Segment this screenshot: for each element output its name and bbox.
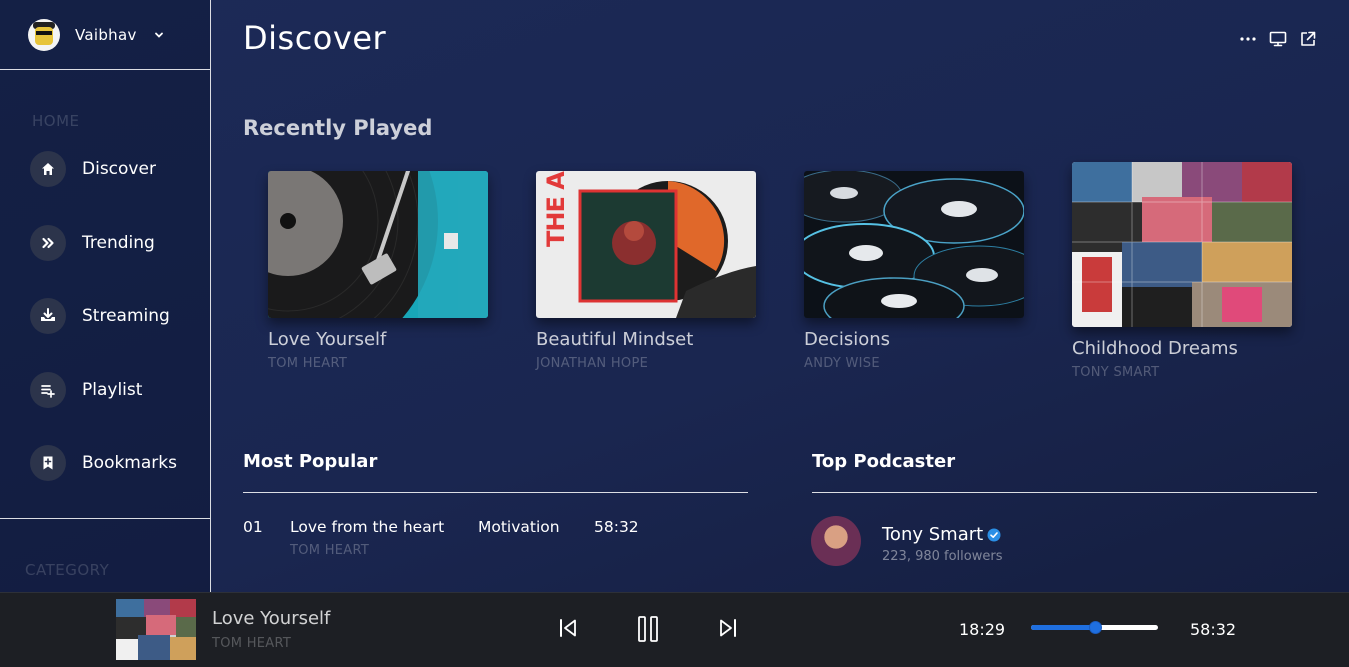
now-playing-artist: TOM HEART bbox=[212, 636, 292, 651]
album-title: Beautiful Mindset bbox=[536, 329, 694, 350]
sidebar: Vaibhav HOME Discover Trending Streaming… bbox=[0, 0, 211, 592]
sidebar-nav: Discover Trending Streaming Playlist Boo… bbox=[30, 151, 177, 519]
album-title: Childhood Dreams bbox=[1072, 338, 1238, 359]
monitor-icon[interactable] bbox=[1269, 30, 1287, 48]
profile-name: Vaibhav bbox=[75, 25, 137, 44]
external-link-icon[interactable] bbox=[1299, 30, 1317, 48]
pause-icon[interactable] bbox=[636, 615, 660, 643]
album-title: Decisions bbox=[804, 329, 891, 350]
podcaster-item[interactable]: Tony Smart 223, 980 followers bbox=[811, 516, 1111, 568]
album-artist: TOM HEART bbox=[268, 356, 348, 371]
profile-menu[interactable]: Vaibhav bbox=[0, 0, 210, 70]
album-card[interactable]: Love Yourself TOM HEART bbox=[268, 171, 488, 371]
skip-next-icon[interactable] bbox=[717, 617, 739, 639]
double-chevron-right-icon bbox=[30, 224, 66, 261]
section-label-category: CATEGORY bbox=[25, 561, 110, 579]
sidebar-item-label: Discover bbox=[82, 159, 156, 179]
table-row[interactable]: 01 Love from the heart Motivation 58:32 … bbox=[243, 518, 748, 564]
track-rank: 01 bbox=[243, 518, 263, 536]
album-artist: TONY SMART bbox=[1072, 365, 1160, 380]
top-actions bbox=[1239, 30, 1317, 48]
top-podcaster-heading: Top Podcaster bbox=[812, 451, 956, 472]
album-card[interactable]: THE ACT Beautiful Mindset JONATHAN HOPE bbox=[536, 171, 756, 371]
playlist-add-icon bbox=[30, 371, 66, 408]
total-time: 58:32 bbox=[1190, 620, 1237, 639]
section-label-home: HOME bbox=[32, 112, 80, 130]
most-popular-divider bbox=[243, 492, 748, 493]
chevron-down-icon bbox=[154, 32, 163, 38]
download-tray-icon bbox=[30, 298, 66, 334]
album-cover-text: THE ACT bbox=[542, 171, 570, 247]
podcaster-followers: 223, 980 followers bbox=[882, 549, 1003, 564]
album-artist: JONATHAN HOPE bbox=[536, 356, 649, 371]
avatar bbox=[28, 18, 60, 51]
track-genre: Motivation bbox=[478, 518, 560, 536]
recently-played-heading: Recently Played bbox=[243, 116, 433, 140]
home-icon bbox=[30, 151, 66, 187]
album-title: Love Yourself bbox=[268, 329, 387, 350]
sidebar-item-trending[interactable]: Trending bbox=[30, 224, 177, 261]
sidebar-item-label: Streaming bbox=[82, 306, 170, 326]
album-cover bbox=[268, 171, 488, 318]
sidebar-item-streaming[interactable]: Streaming bbox=[30, 298, 177, 334]
page-title: Discover bbox=[243, 19, 387, 57]
album-cover bbox=[1072, 162, 1292, 327]
track-artist: TOM HEART bbox=[290, 543, 370, 558]
more-options-icon[interactable] bbox=[1239, 30, 1257, 48]
progress-fill bbox=[1031, 625, 1095, 630]
podcaster-avatar bbox=[811, 516, 861, 566]
sidebar-item-discover[interactable]: Discover bbox=[30, 151, 177, 187]
album-cover bbox=[804, 171, 1024, 318]
top-podcaster-divider bbox=[812, 492, 1317, 493]
track-duration: 58:32 bbox=[594, 518, 639, 536]
progress-knob[interactable] bbox=[1088, 621, 1102, 634]
album-artist: ANDY WISE bbox=[804, 356, 880, 371]
album-cover: THE ACT bbox=[536, 171, 756, 318]
album-card[interactable]: Childhood Dreams TONY SMART bbox=[1072, 162, 1292, 380]
main-content: Discover Recently Played Love Yourself T… bbox=[211, 0, 1349, 592]
now-playing-cover bbox=[116, 599, 196, 660]
sidebar-item-bookmarks[interactable]: Bookmarks bbox=[30, 445, 177, 481]
most-popular-heading: Most Popular bbox=[243, 451, 378, 472]
player-bar: Love Yourself TOM HEART 18:29 58:32 bbox=[0, 592, 1349, 667]
sidebar-item-playlist[interactable]: Playlist bbox=[30, 371, 177, 408]
podcaster-name: Tony Smart bbox=[882, 524, 984, 545]
sidebar-item-label: Bookmarks bbox=[82, 453, 177, 473]
now-playing-title: Love Yourself bbox=[212, 608, 331, 629]
sidebar-item-label: Trending bbox=[82, 232, 155, 253]
elapsed-time: 18:29 bbox=[959, 620, 1006, 639]
sidebar-divider bbox=[0, 518, 210, 519]
album-card[interactable]: Decisions ANDY WISE bbox=[804, 171, 1024, 371]
track-title: Love from the heart bbox=[290, 518, 445, 536]
skip-previous-icon[interactable] bbox=[557, 617, 579, 639]
verified-badge-icon bbox=[987, 528, 1001, 542]
sidebar-item-label: Playlist bbox=[82, 379, 143, 400]
progress-slider[interactable] bbox=[1031, 621, 1158, 634]
bookmark-add-icon bbox=[30, 445, 66, 481]
